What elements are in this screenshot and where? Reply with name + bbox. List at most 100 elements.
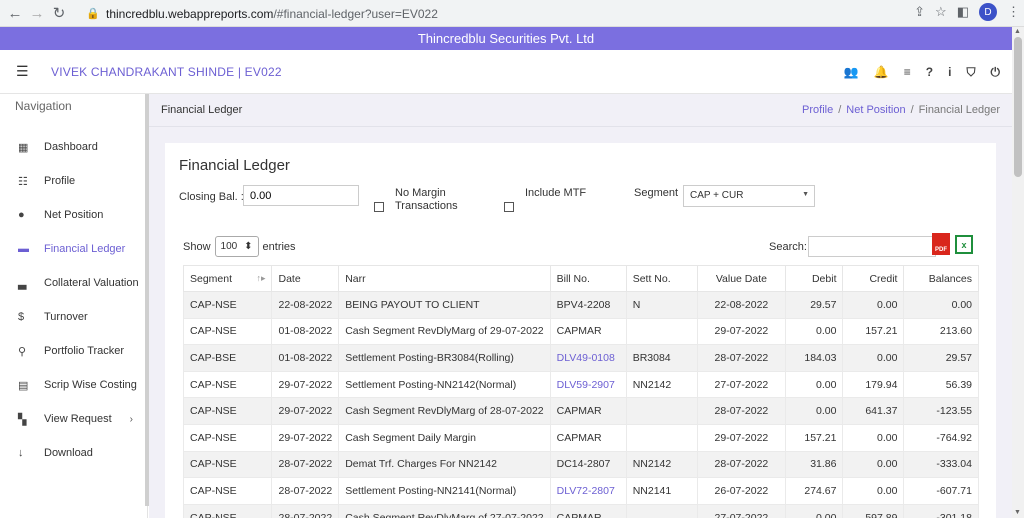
table-cell: 0.00 — [784, 503, 844, 518]
dropdown-arrow-icon: ▼ — [802, 191, 809, 198]
share-icon[interactable]: ⇪ — [914, 4, 925, 20]
card-title: Financial Ledger — [179, 157, 290, 174]
browser-menu-icon[interactable]: ⋮ — [1007, 4, 1020, 20]
table-cell: CAP-NSE — [182, 317, 273, 346]
page-length-select[interactable]: 100 ⬍ — [214, 236, 259, 257]
users-icon[interactable]: 👥 — [844, 65, 859, 79]
sidebar-item-download[interactable]: ↓ Download — [0, 436, 147, 470]
reload-icon[interactable]: ↻ — [48, 4, 70, 22]
segment-value: CAP + CUR — [690, 190, 744, 201]
filter-row: Closing Bal. : No MarginTransactions Inc… — [179, 185, 979, 215]
no-margin-label-line-1: No Margin — [395, 187, 446, 199]
scroll-down-icon[interactable]: ▼ — [1014, 509, 1021, 516]
shield-icon[interactable]: ⛉ — [966, 65, 975, 80]
table-cell: 28-07-2022 — [271, 503, 340, 518]
column-header-value-date[interactable]: Value Date — [696, 265, 786, 292]
table-cell: 29-07-2022 — [696, 317, 786, 346]
table-cell: 01-08-2022 — [271, 344, 340, 372]
column-header-credit[interactable]: Credit — [842, 265, 905, 292]
sidepanel-icon[interactable]: ◧ — [957, 4, 969, 20]
page-scrollbar-thumb[interactable] — [1014, 37, 1022, 177]
sidebar-item-label: Financial Ledger — [44, 243, 126, 255]
segment-label: Segment — [634, 187, 679, 199]
table-cell: 26-07-2022 — [696, 477, 786, 505]
sidebar-item-collateral-valuation[interactable]: ▃ Collateral Valuation — [0, 266, 147, 300]
url-host: thincredblu.webappreports.com — [106, 6, 274, 21]
star-icon[interactable]: ☆ — [935, 4, 947, 20]
table-row: CAP-BSE 01-08-2022 Settlement Posting-BR30… — [182, 344, 979, 372]
address-bar[interactable]: 🔒 thincredblu.webappreports.com/#financi… — [86, 3, 886, 24]
segment-select[interactable]: CAP + CUR ▼ — [683, 185, 815, 207]
breadcrumb-link-profile[interactable]: Profile — [802, 104, 833, 116]
page-scrollbar[interactable]: ▲ ▼ — [1012, 27, 1024, 518]
download-icon: ↓ — [18, 447, 24, 459]
column-header-segment[interactable]: Segment ↑▸ — [182, 265, 273, 292]
no-margin-checkbox[interactable] — [374, 202, 384, 212]
table-row: CAP-NSE 22-08-2022 BEING PAYOUT TO CLIENT B… — [182, 291, 979, 319]
sidebar-item-scrip-wise-costing[interactable]: ▤ Scrip Wise Costing — [0, 368, 147, 402]
hamburger-icon[interactable]: ☰ — [16, 63, 36, 80]
search-label: Search: — [769, 240, 807, 253]
sidebar-item-label: Download — [44, 447, 93, 459]
table-cell: 0.00 — [842, 291, 905, 319]
help-icon[interactable]: ? — [926, 65, 933, 79]
search-input[interactable] — [807, 236, 936, 257]
bill-link[interactable]: DLV59-2907 — [549, 370, 627, 399]
column-header-debit[interactable]: Debit — [784, 265, 844, 292]
page-heading: Financial Ledger — [161, 104, 243, 116]
browser-toolbar: ← → ↻ 🔒 thincredblu.webappreports.com/#f… — [0, 0, 1024, 27]
chevron-right-icon: › — [129, 413, 133, 425]
excel-export-icon[interactable]: x — [955, 235, 973, 254]
table-header-row: Segment ↑▸ Date Narr Bill No. Sett No. Va… — [182, 265, 979, 292]
sidebar-item-label: Dashboard — [44, 141, 98, 153]
column-header-sett-no[interactable]: Sett No. — [625, 265, 698, 292]
sidebar-item-profile[interactable]: ☷ Profile — [0, 164, 147, 198]
page-length-value: 100 — [220, 241, 238, 252]
sidebar-item-turnover[interactable]: $ Turnover — [0, 300, 147, 334]
profile-avatar[interactable]: D — [979, 3, 997, 21]
menu-lines-icon[interactable]: ≡ — [904, 65, 911, 79]
breadcrumb-separator: / — [838, 104, 842, 116]
include-mtf-checkbox[interactable] — [504, 202, 514, 212]
table-cell: CAPMAR — [549, 397, 627, 425]
table-cell: BR3084 — [625, 344, 698, 372]
sidebar-item-label: Collateral Valuation — [44, 277, 139, 289]
pdf-label: PDF — [935, 247, 947, 253]
table-cell — [625, 503, 698, 518]
no-margin-label: No Margin Transactions — [395, 187, 458, 213]
column-header-narr[interactable]: Narr — [338, 265, 551, 292]
pdf-export-icon[interactable]: PDF — [932, 233, 950, 255]
chart-icon: ▃ — [18, 277, 27, 290]
closing-balance-input[interactable] — [243, 185, 359, 206]
table-cell: CAPMAR — [549, 423, 627, 452]
app-title-bar: Thincredblu Securities Pvt. Ltd — [0, 27, 1012, 50]
pin-icon: ⚲ — [18, 345, 27, 358]
bill-link[interactable]: DLV49-0108 — [549, 344, 627, 372]
column-header-balances[interactable]: Balances — [903, 265, 979, 292]
bell-icon[interactable]: 🔔 — [874, 65, 889, 79]
search-control: Search: — [769, 236, 936, 257]
sidebar-item-view-request[interactable]: ▚ View Request › — [0, 402, 147, 436]
table-cell: 641.37 — [842, 397, 905, 425]
info-icon[interactable]: i — [948, 65, 951, 79]
forward-arrow-icon[interactable]: → — [26, 5, 48, 22]
column-header-date[interactable]: Date — [271, 265, 340, 292]
entries-label: entries — [262, 240, 296, 253]
sidebar-item-portfolio-tracker[interactable]: ⚲ Portfolio Tracker — [0, 334, 147, 368]
bill-link[interactable]: DLV72-2807 — [549, 477, 627, 505]
receipt-icon: ▤ — [18, 379, 29, 392]
ledger-card: Financial Ledger Closing Bal. : No Margi… — [165, 143, 996, 518]
sidebar-item-financial-ledger[interactable]: ▬ Financial Ledger — [0, 232, 147, 266]
sidebar-item-net-position[interactable]: ● Net Position — [0, 198, 147, 232]
table-cell: 28-07-2022 — [696, 450, 786, 479]
column-header-bill-no[interactable]: Bill No. — [549, 265, 627, 292]
table-row: CAP-NSE 28-07-2022 Settlement Posting-NN21… — [182, 477, 979, 505]
sidebar-item-label: Portfolio Tracker — [44, 345, 125, 357]
breadcrumb-link-net-position[interactable]: Net Position — [846, 104, 905, 116]
sidebar-item-dashboard[interactable]: ▦ Dashboard — [0, 130, 147, 164]
back-arrow-icon[interactable]: ← — [4, 5, 26, 22]
table-cell: 28-07-2022 — [271, 477, 340, 505]
power-icon[interactable]: ⏻ — [991, 65, 1001, 80]
scroll-up-icon[interactable]: ▲ — [1014, 28, 1021, 35]
table-cell: 22-08-2022 — [696, 291, 786, 319]
